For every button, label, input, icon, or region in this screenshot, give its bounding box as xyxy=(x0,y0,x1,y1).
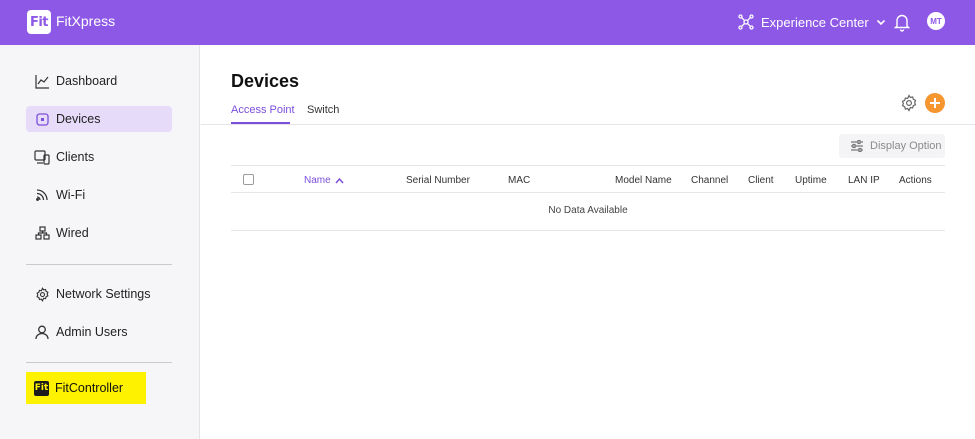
display-option-label: Display Option xyxy=(870,140,942,152)
sidebar-item-label: Clients xyxy=(56,150,95,164)
sidebar-item-network-settings[interactable]: Network Settings xyxy=(26,281,172,307)
tab-switch[interactable]: Switch xyxy=(307,104,339,116)
network-hub-icon xyxy=(738,14,754,30)
display-option-button[interactable]: Display Option xyxy=(839,134,945,158)
column-header-model-name: Model Name xyxy=(615,175,672,186)
sidebar-divider xyxy=(26,362,172,363)
plus-icon xyxy=(930,98,940,108)
column-header-serial-number: Serial Number xyxy=(406,175,470,186)
page-title: Devices xyxy=(231,71,300,91)
empty-state-text: No Data Available xyxy=(548,205,628,216)
sidebar-item-clients[interactable]: Clients xyxy=(26,144,172,170)
sidebar-item-admin-users[interactable]: Admin Users xyxy=(26,319,172,345)
app-logo[interactable]: Fit xyxy=(27,10,51,34)
top-bar: Fit FitXpress Experience Center MT xyxy=(0,0,975,45)
column-header-mac: MAC xyxy=(508,175,531,186)
wifi-icon xyxy=(34,187,50,203)
sort-ascending-icon xyxy=(335,177,344,184)
sidebar-item-label: Network Settings xyxy=(56,287,151,301)
workspace-label: Experience Center xyxy=(761,14,869,30)
column-header-lan-ip: LAN IP xyxy=(848,175,880,186)
sidebar-item-wired[interactable]: Wired xyxy=(26,220,172,246)
column-header-name[interactable]: Name xyxy=(304,175,344,186)
chevron-down-icon xyxy=(876,19,885,26)
table-divider xyxy=(231,192,945,193)
column-header-uptime: Uptime xyxy=(795,175,827,186)
sidebar-item-label: FitController xyxy=(55,381,124,395)
workspace-selector[interactable]: Experience Center xyxy=(738,11,886,33)
select-all-checkbox[interactable] xyxy=(243,174,254,185)
gear-icon xyxy=(34,286,50,302)
sidebar-item-wifi[interactable]: Wi-Fi xyxy=(26,182,172,208)
sidebar-item-label: Admin Users xyxy=(56,325,128,339)
device-icon xyxy=(34,111,50,127)
sliders-icon xyxy=(851,140,863,152)
sidebar-item-label: Wi-Fi xyxy=(56,188,86,202)
client-devices-icon xyxy=(34,149,50,165)
chart-line-icon xyxy=(34,73,50,89)
gear-icon[interactable] xyxy=(900,94,918,112)
user-avatar[interactable]: MT xyxy=(927,12,945,30)
column-header-client: Client xyxy=(748,175,774,186)
table-divider xyxy=(231,230,945,231)
notification-bell-icon[interactable] xyxy=(893,12,911,32)
fitcontroller-logo: Fit xyxy=(34,380,49,396)
sidebar-item-label: Dashboard xyxy=(56,74,118,88)
column-header-actions: Actions xyxy=(899,175,932,186)
sidebar-item-dashboard[interactable]: Dashboard xyxy=(26,68,172,94)
sidebar-item-fitcontroller[interactable]: Fit FitController xyxy=(26,372,146,404)
tabs-divider xyxy=(201,124,975,125)
sidebar-item-label: Devices xyxy=(56,112,101,126)
tab-access-point[interactable]: Access Point xyxy=(231,104,295,116)
table-divider xyxy=(231,165,945,166)
sidebar-item-devices[interactable]: Devices xyxy=(26,106,172,132)
add-device-button[interactable] xyxy=(925,93,945,113)
sidebar: Dashboard Devices Clients Wi-Fi Wired Ne… xyxy=(0,45,200,439)
sidebar-divider xyxy=(26,264,172,265)
app-title: FitXpress xyxy=(56,13,116,29)
logo-text: Fit xyxy=(29,14,49,30)
wired-network-icon xyxy=(34,225,50,241)
user-icon xyxy=(34,324,50,340)
column-header-channel: Channel xyxy=(691,175,729,186)
sidebar-item-label: Wired xyxy=(56,226,89,240)
